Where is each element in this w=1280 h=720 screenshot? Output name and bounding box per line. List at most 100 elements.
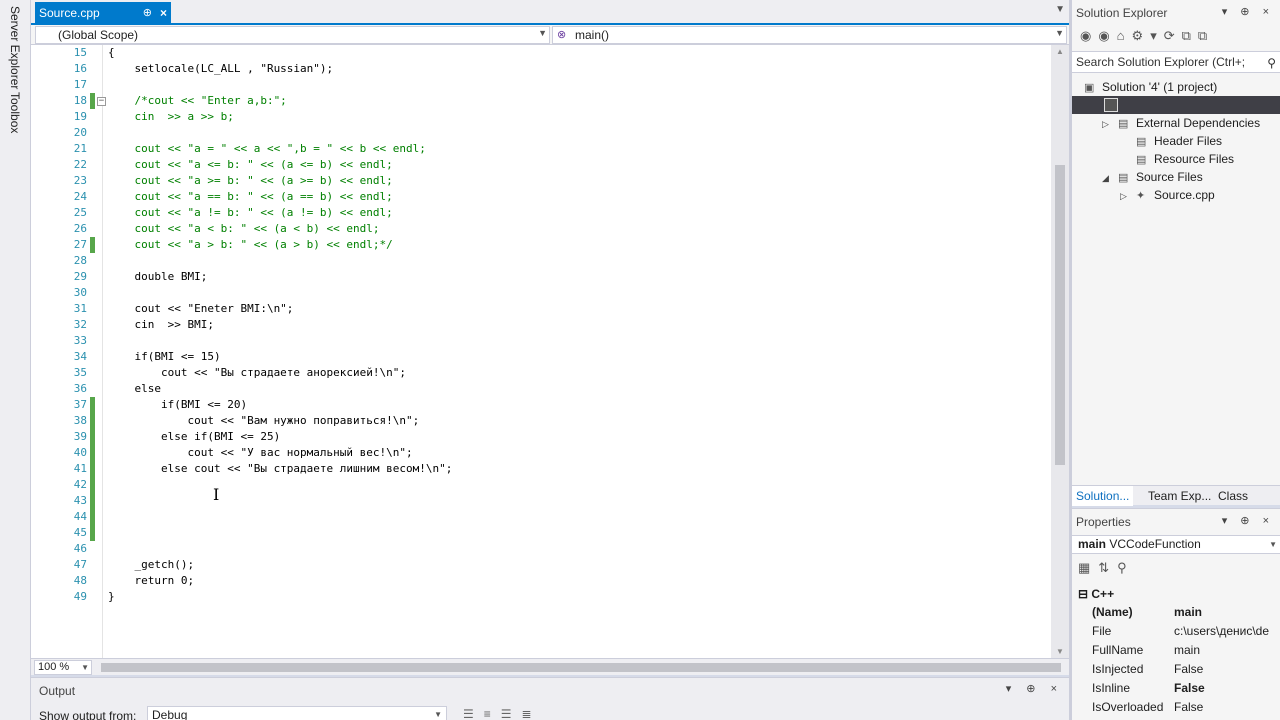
- server-explorer-tab[interactable]: Server Explorer: [8, 6, 22, 89]
- code-line[interactable]: 28: [31, 253, 1051, 269]
- search-icon[interactable]: ⚲: [1267, 53, 1276, 73]
- code-line[interactable]: 25 cout << "a != b: " << (a != b) << end…: [31, 205, 1051, 221]
- tree-project-selected[interactable]: [1072, 96, 1280, 114]
- code-line[interactable]: 18 − /*cout << "Enter a,b:";: [31, 93, 1051, 109]
- code-line[interactable]: 16 setlocale(LC_ALL , "Russian");: [31, 61, 1051, 77]
- change-marker: [90, 429, 95, 445]
- code-line[interactable]: 20: [31, 125, 1051, 141]
- search-placeholder: Search Solution Explorer (Ctrl+;: [1076, 55, 1246, 69]
- code-line[interactable]: 37 if(BMI <= 20): [31, 397, 1051, 413]
- change-marker: [90, 93, 95, 109]
- code-line[interactable]: 41 else cout << "Вы страдаете лишним вес…: [31, 461, 1051, 477]
- scrollbar-thumb[interactable]: [1055, 165, 1065, 465]
- properties-toolbar[interactable]: ▦⇅⚲: [1078, 560, 1135, 576]
- tree-item[interactable]: ▷ ▤ External Dependencies: [1102, 114, 1260, 132]
- solution-label: Solution '4' (1 project): [1102, 80, 1218, 94]
- scroll-down-icon[interactable]: ▼: [1056, 647, 1064, 656]
- expander-icon[interactable]: ◢: [1102, 169, 1118, 187]
- code-line[interactable]: 34 if(BMI <= 15): [31, 349, 1051, 365]
- zoom-dropdown[interactable]: 100 % ▼: [34, 660, 92, 675]
- tab-list-dropdown-icon[interactable]: ▼: [1055, 4, 1065, 15]
- solution-explorer-toolbar[interactable]: ◉◉⌂⚙▾⟳⧉⧉: [1080, 28, 1214, 44]
- folder-icon: ▤: [1136, 136, 1147, 148]
- tree-item[interactable]: ◢ ▤ Source Files: [1102, 168, 1203, 186]
- code-line[interactable]: 31 cout << "Eneter BMI:\n";: [31, 301, 1051, 317]
- tree-item[interactable]: ▤ Header Files: [1120, 132, 1222, 150]
- change-marker: [90, 413, 95, 429]
- tab-source-cpp[interactable]: Source.cpp ⊕ ×: [35, 2, 171, 23]
- scroll-up-icon[interactable]: ▲: [1056, 47, 1064, 56]
- tab-solution[interactable]: Solution...: [1072, 486, 1134, 506]
- code-line[interactable]: 35 cout << "Вы страдаете анорексией!\n";: [31, 365, 1051, 381]
- code-line[interactable]: 30: [31, 285, 1051, 301]
- code-line[interactable]: 27 cout << "a > b: " << (a > b) << endl;…: [31, 237, 1051, 253]
- folder-icon: ▤: [1118, 172, 1129, 184]
- properties-object-dropdown[interactable]: main VCCodeFunction ▼: [1072, 535, 1280, 554]
- code-text: else if(BMI <= 25): [108, 430, 281, 443]
- code-line[interactable]: 36 else: [31, 381, 1051, 397]
- code-line[interactable]: 23 cout << "a >= b: " << (a >= b) << end…: [31, 173, 1051, 189]
- tree-item[interactable]: ▷ ✦ Source.cpp: [1120, 186, 1215, 204]
- tree-solution[interactable]: ▣ Solution '4' (1 project): [1084, 78, 1217, 96]
- code-line[interactable]: 49}: [31, 589, 1051, 605]
- code-line[interactable]: 32 cin >> BMI;: [31, 317, 1051, 333]
- code-line[interactable]: 19 cin >> a >> b;: [31, 109, 1051, 125]
- code-line[interactable]: 48 return 0;: [31, 573, 1051, 589]
- property-row[interactable]: FullName main: [1072, 641, 1280, 660]
- code-editor[interactable]: 15{16 setlocale(LC_ALL , "Russian"); 17 18…: [31, 45, 1051, 658]
- code-line[interactable]: 43: [31, 493, 1051, 509]
- line-number: 42: [73, 478, 87, 491]
- line-number: 26: [73, 222, 87, 235]
- code-line[interactable]: 24 cout << "a == b: " << (a == b) << end…: [31, 189, 1051, 205]
- code-line[interactable]: 45: [31, 525, 1051, 541]
- editor-horizontal-scrollbar[interactable]: [101, 663, 1061, 672]
- code-line[interactable]: 40 cout << "У вас нормальный вес!\n";: [31, 445, 1051, 461]
- panel-controls[interactable]: ▾ ⊕ ×: [1222, 5, 1274, 18]
- close-icon[interactable]: ×: [160, 6, 167, 20]
- code-line[interactable]: 15 {: [31, 45, 1051, 61]
- code-line[interactable]: 29 double BMI;: [31, 269, 1051, 285]
- code-line[interactable]: 42: [31, 477, 1051, 493]
- code-line[interactable]: 21 cout << "a = " << a << ",b = " << b <…: [31, 141, 1051, 157]
- code-line[interactable]: 22 cout << "a <= b: " << (a <= b) << end…: [31, 157, 1051, 173]
- pin-icon[interactable]: ⊕: [143, 6, 152, 19]
- code-text: cout << "a >= b: " << (a >= b) << endl;: [108, 174, 393, 187]
- panel-controls[interactable]: ▾ ⊕ ×: [1222, 514, 1274, 527]
- code-line[interactable]: 39 else if(BMI <= 25): [31, 429, 1051, 445]
- property-row[interactable]: IsOverloaded False: [1072, 698, 1280, 717]
- show-output-label: Show output from:: [39, 709, 137, 720]
- member-dropdown[interactable]: ⊗ main() ▼: [552, 26, 1067, 44]
- property-name: File: [1092, 624, 1112, 638]
- tab-team-explorer[interactable]: Team Exp...: [1144, 486, 1215, 506]
- tree-item[interactable]: ▤ Resource Files: [1120, 150, 1234, 168]
- output-toolbar[interactable]: ☰≡☰≣: [463, 707, 542, 720]
- property-row[interactable]: IsInjected False: [1072, 660, 1280, 679]
- expander-icon[interactable]: ▷: [1120, 187, 1136, 205]
- solution-explorer-tabs: Solution... Team Exp... Class View: [1072, 485, 1280, 523]
- scope-dropdown[interactable]: (Global Scope) ▼: [35, 26, 550, 44]
- solution-search-input[interactable]: Search Solution Explorer (Ctrl+; ⚲: [1072, 51, 1280, 73]
- tab-class-view[interactable]: Class View: [1214, 486, 1280, 523]
- code-line[interactable]: 47 _getch();: [31, 557, 1051, 573]
- code-line[interactable]: 26 cout << "a < b: " << (a < b) << endl;: [31, 221, 1051, 237]
- panel-controls[interactable]: ▾ ⊕ ×: [1006, 682, 1063, 695]
- property-row[interactable]: IsInline False: [1072, 679, 1280, 698]
- code-line[interactable]: 44: [31, 509, 1051, 525]
- line-number: 44: [73, 510, 87, 523]
- line-number: 27: [73, 238, 87, 251]
- code-line[interactable]: 38 cout << "Вам нужно поправиться!\n";: [31, 413, 1051, 429]
- property-row[interactable]: (Name) main: [1072, 603, 1280, 622]
- code-line[interactable]: 33: [31, 333, 1051, 349]
- editor-status-row: 100 % ▼: [31, 658, 1069, 675]
- editor-vertical-scrollbar[interactable]: ▲ ▼: [1051, 45, 1069, 658]
- property-row[interactable]: File c:\users\денис\de: [1072, 622, 1280, 641]
- collapse-icon[interactable]: −: [97, 97, 106, 106]
- toolbox-tab[interactable]: Toolbox: [8, 92, 22, 133]
- change-marker: [90, 445, 95, 461]
- property-category: ⊟ C++: [1078, 587, 1115, 601]
- show-output-dropdown[interactable]: Debug ▼: [147, 706, 447, 720]
- code-line[interactable]: 46: [31, 541, 1051, 557]
- expander-icon[interactable]: ▷: [1102, 115, 1118, 133]
- code-text: double BMI;: [108, 270, 208, 283]
- code-line[interactable]: 17: [31, 77, 1051, 93]
